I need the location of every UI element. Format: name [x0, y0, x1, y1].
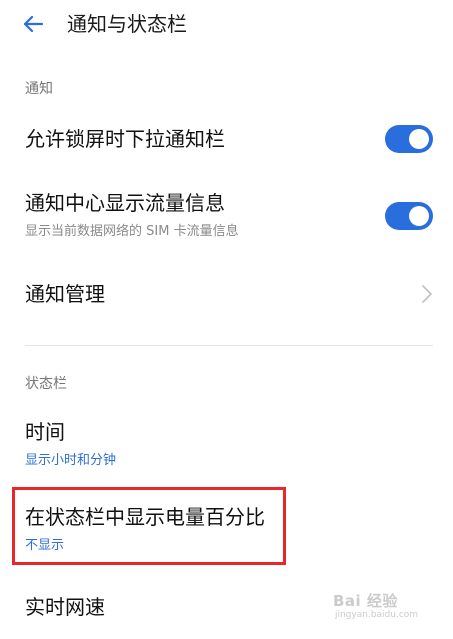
- back-button[interactable]: [18, 10, 48, 38]
- show-traffic-toggle[interactable]: [385, 202, 433, 230]
- chevron-right-icon: [422, 285, 432, 303]
- setting-row-battery-percent[interactable]: 在状态栏中显示电量百分比 不显示: [0, 494, 453, 560]
- app-header: 通知与状态栏: [0, 0, 453, 48]
- setting-title: 通知管理: [25, 282, 105, 306]
- section-divider: [25, 345, 433, 346]
- setting-row-network-speed[interactable]: 实时网速: [0, 585, 453, 631]
- page-title: 通知与状态栏: [67, 12, 187, 36]
- setting-title: 在状态栏中显示电量百分比: [25, 505, 265, 529]
- setting-title: 实时网速: [25, 595, 105, 619]
- setting-row-lockscreen-pulldown[interactable]: 允许锁屏时下拉通知栏: [0, 110, 453, 170]
- setting-row-show-traffic[interactable]: 通知中心显示流量信息 显示当前数据网络的 SIM 卡流量信息: [0, 182, 453, 252]
- setting-subtitle: 显示当前数据网络的 SIM 卡流量信息: [25, 224, 239, 239]
- toggle-knob: [409, 206, 429, 226]
- setting-title: 通知中心显示流量信息: [25, 191, 225, 215]
- back-arrow-icon: [23, 15, 44, 33]
- setting-title: 时间: [25, 420, 65, 444]
- setting-row-notification-manage[interactable]: 通知管理: [0, 268, 453, 320]
- section-label-status-bar: 状态栏: [25, 376, 67, 392]
- setting-title: 允许锁屏时下拉通知栏: [25, 127, 225, 151]
- setting-row-time[interactable]: 时间 显示小时和分钟: [0, 410, 453, 476]
- setting-value: 显示小时和分钟: [25, 453, 117, 468]
- toggle-knob: [409, 129, 429, 149]
- setting-value: 不显示: [25, 538, 65, 553]
- lockscreen-pulldown-toggle[interactable]: [385, 125, 433, 153]
- section-label-notifications: 通知: [25, 81, 53, 97]
